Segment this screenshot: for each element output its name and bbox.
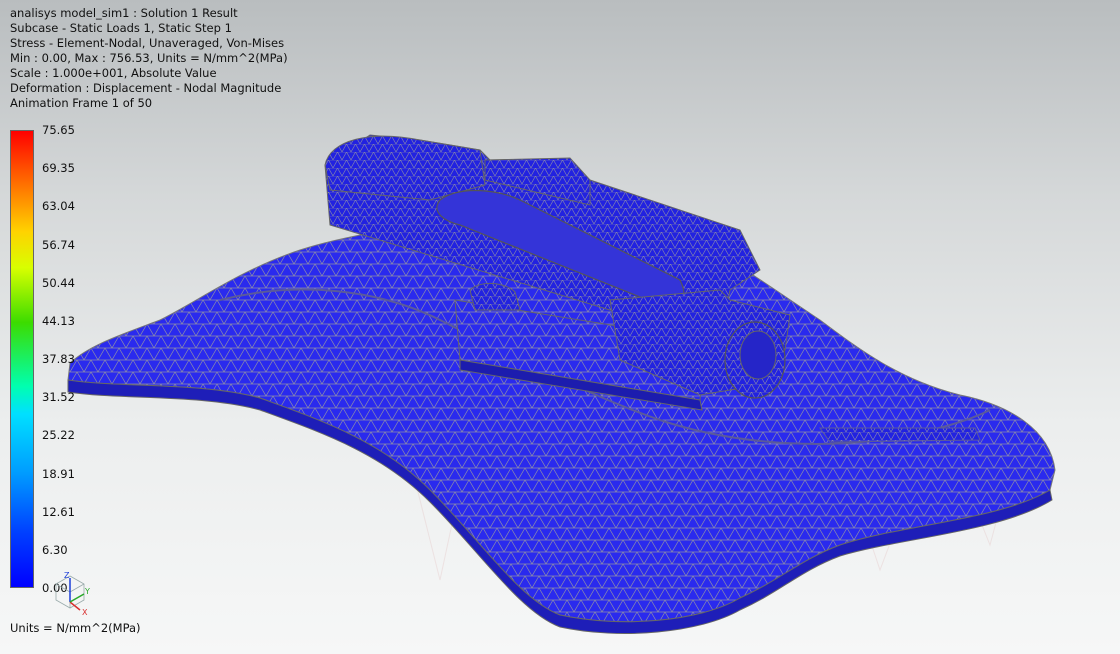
- legend-units: Units = N/mm^2(MPa): [10, 621, 141, 635]
- orientation-triad-icon[interactable]: X Y Z: [46, 566, 96, 616]
- legend-tick: 37.83: [42, 352, 75, 366]
- legend-tick: 31.52: [42, 390, 75, 404]
- triad-y-label: Y: [84, 587, 90, 596]
- legend-tick: 56.74: [42, 238, 75, 252]
- legend-tick: 75.65: [42, 123, 75, 137]
- triad-x-label: X: [82, 608, 88, 616]
- legend-tick: 63.04: [42, 199, 75, 213]
- legend-tick: 6.30: [42, 543, 68, 557]
- info-stress-type: Stress - Element-Nodal, Unaveraged, Von-…: [10, 36, 285, 50]
- legend-tick: 18.91: [42, 467, 75, 481]
- legend-tick: 44.13: [42, 314, 75, 328]
- info-animation-frame: Animation Frame 1 of 50: [10, 96, 153, 110]
- legend-tick: 50.44: [42, 276, 75, 290]
- result-info-header: analisys model_sim1 : Solution 1 Result …: [10, 6, 288, 111]
- legend-tick: 25.22: [42, 428, 75, 442]
- legend-tick: 69.35: [42, 161, 75, 175]
- info-scale: Scale : 1.000e+001, Absolute Value: [10, 66, 217, 80]
- info-title: analisys model_sim1 : Solution 1 Result: [10, 6, 238, 20]
- legend-tick: 12.61: [42, 505, 75, 519]
- info-deformation: Deformation : Displacement - Nodal Magni…: [10, 81, 282, 95]
- color-legend-bar: [10, 130, 34, 588]
- info-min-max: Min : 0.00, Max : 756.53, Units = N/mm^2…: [10, 51, 288, 65]
- triad-z-label: Z: [64, 571, 70, 580]
- info-subcase: Subcase - Static Loads 1, Static Step 1: [10, 21, 232, 35]
